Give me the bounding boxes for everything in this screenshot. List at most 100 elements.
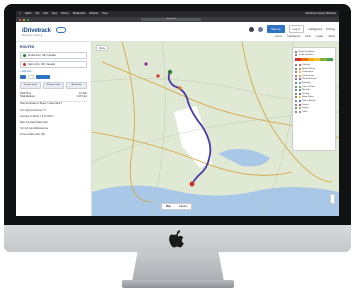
legend-item[interactable]: Other	[295, 110, 333, 114]
origin-marker-icon[interactable]	[167, 69, 173, 75]
imac-monitor:  Safari File Edit View History Bookmark…	[4, 4, 351, 290]
header-link[interactable]: Pricing	[326, 27, 335, 31]
route-mode-button[interactable]: Avoid tolls	[66, 82, 87, 89]
legend-checkbox[interactable]	[295, 67, 297, 70]
nav-item[interactable]: Fleet	[305, 35, 311, 38]
monitor-stand	[132, 252, 224, 282]
site-logo-tagline: Real-time tracking	[22, 34, 43, 37]
legend-swatch	[298, 81, 301, 84]
route-modes: Fastest route Shortest route Avoid tolls	[20, 82, 87, 89]
legend-swatch	[298, 89, 301, 92]
app-content: ROUTES Fredericton, NB, Canada Saint Joh…	[16, 42, 339, 216]
legend-label: Lane Closure	[302, 85, 316, 88]
legend-subtitle: Traffic Incidents	[298, 54, 314, 57]
legend-swatch	[298, 67, 301, 70]
routes-panel: ROUTES Fredericton, NB, Canada Saint Joh…	[16, 42, 92, 216]
summary-row: Total Distance 107.6 km	[20, 95, 87, 98]
zoom-control[interactable]	[330, 194, 335, 204]
legend-checkbox[interactable]	[295, 85, 297, 88]
route-options	[20, 75, 87, 79]
nav-item[interactable]: Leads	[316, 35, 323, 38]
cart-icon[interactable]	[258, 26, 264, 32]
legend-checkbox[interactable]	[295, 107, 297, 110]
incident-marker-icon[interactable]	[178, 86, 182, 90]
legend-label: Delays	[302, 107, 309, 110]
legend-checkbox[interactable]	[295, 71, 297, 74]
zoom-window-icon[interactable]	[27, 18, 29, 21]
legend-checkbox[interactable]	[295, 96, 297, 99]
legend-checkbox[interactable]	[295, 81, 297, 84]
legend-checkbox[interactable]	[295, 89, 297, 92]
direction-step[interactable]: Turn right onto Route 7 S	[20, 110, 87, 113]
summary-label: Total Distance	[20, 95, 36, 99]
account-icon[interactable]	[249, 26, 255, 32]
incident-marker-icon[interactable]	[144, 62, 148, 66]
address-bar[interactable]: idrivetrack	[141, 18, 201, 21]
nav-item[interactable]: Intelligence	[287, 35, 300, 38]
direction-step[interactable]: Arrive at Saint John, NB	[20, 134, 87, 137]
map-view[interactable]: Route Road Conditions Traffic Incidents	[92, 42, 339, 216]
menubar-item[interactable]: Bookmarks	[73, 11, 86, 17]
legend-checkbox[interactable]	[295, 99, 297, 102]
legend-checkbox[interactable]	[295, 54, 297, 57]
map-type-satellite-button[interactable]: Satellite	[175, 204, 192, 209]
menubar-item[interactable]: File	[35, 11, 39, 17]
option-toggle[interactable]	[28, 75, 34, 79]
legend-bar-segment	[326, 58, 333, 62]
legend-label: Road Closure	[302, 67, 316, 70]
screen:  Safari File Edit View History Bookmark…	[16, 11, 339, 216]
apple-logo-icon	[169, 230, 184, 248]
direction-step[interactable]: Continue on Route 7 S for 86 km	[20, 116, 87, 119]
legend-swatch	[298, 110, 301, 113]
origin-field[interactable]: Fredericton, NB, Canada	[20, 52, 87, 59]
minimize-window-icon[interactable]	[23, 18, 25, 21]
legend-checkbox[interactable]	[295, 50, 297, 53]
close-window-icon[interactable]	[19, 18, 21, 21]
map-type-map-button[interactable]: Map	[162, 204, 175, 209]
menubar-item[interactable]: History	[61, 11, 69, 17]
site-header: iDrivetrack Real-time tracking Sign up L…	[16, 22, 339, 42]
origin-pin-icon	[23, 54, 26, 57]
legend-label: Hazard	[302, 92, 310, 95]
sign-up-button[interactable]: Sign up	[267, 25, 285, 33]
destination-pin-icon	[23, 63, 26, 66]
logo-badge-icon	[56, 27, 66, 33]
destination-marker-icon[interactable]	[189, 181, 195, 187]
log-in-button[interactable]: Log in	[288, 25, 305, 33]
destination-value: Saint John, NB, Canada	[28, 63, 55, 66]
menubar-item[interactable]: Window	[89, 11, 98, 17]
main-nav: Home Intelligence Fleet Leads About	[275, 35, 335, 38]
route-mode-button[interactable]: Fastest route	[20, 82, 41, 89]
destination-field[interactable]: Saint John, NB, Canada	[20, 61, 87, 68]
divider	[20, 100, 87, 102]
direction-step[interactable]: Head southeast on Route 7 toward Exit 2	[20, 103, 87, 106]
route-mode-button[interactable]: Shortest route	[43, 82, 64, 89]
legend-checkbox[interactable]	[295, 110, 297, 113]
menubar-item[interactable]: Help	[102, 11, 107, 17]
add-stop-link[interactable]: + Add stop	[20, 70, 87, 73]
route-label: Route	[96, 45, 109, 51]
legend-checkbox[interactable]	[295, 63, 297, 66]
legend-checkbox[interactable]	[295, 74, 297, 77]
legend-title: Road Conditions	[298, 50, 315, 53]
menubar-item[interactable]: Edit	[43, 11, 47, 17]
legend-checkbox[interactable]	[295, 103, 297, 106]
legend-header[interactable]: Traffic Incidents	[295, 54, 333, 58]
incident-marker-icon[interactable]	[156, 74, 160, 78]
legend-swatch	[298, 71, 301, 74]
nav-item[interactable]: About	[328, 35, 335, 38]
menubar-item[interactable]: Safari	[25, 11, 32, 17]
legend-swatch	[298, 63, 301, 66]
menubar-item[interactable]: View	[52, 11, 57, 17]
get-route-button[interactable]	[36, 75, 50, 79]
direction-step[interactable]: Turn left onto Rothesay Ave	[20, 128, 87, 131]
apple-menu-icon[interactable]: 	[19, 11, 21, 17]
summary-value: 107.6 km	[77, 95, 87, 99]
option-toggle[interactable]	[20, 75, 26, 79]
nav-item[interactable]: Home	[275, 35, 282, 38]
legend-checkbox[interactable]	[295, 78, 297, 81]
header-link[interactable]: Intelligence	[308, 27, 322, 31]
direction-step[interactable]: Take exit toward Saint John	[20, 122, 87, 125]
legend-label: Police Activity	[302, 99, 316, 102]
legend-checkbox[interactable]	[295, 92, 297, 95]
